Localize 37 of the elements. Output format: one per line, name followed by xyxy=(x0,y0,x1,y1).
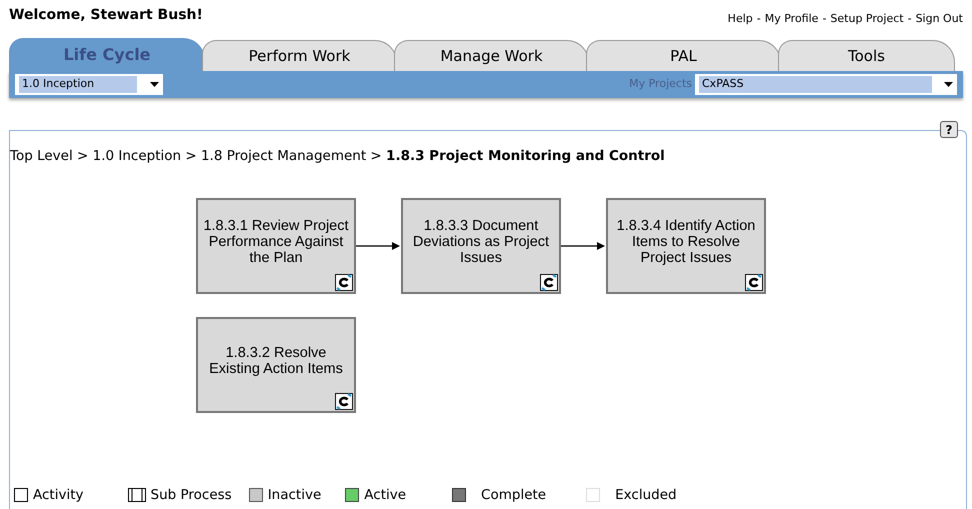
breadcrumb: Top Level > 1.0 Inception > 1.8 Project Management > 1.8.3 Project Monitoring and Control xyxy=(10,147,665,166)
legend-label: Active xyxy=(364,486,406,505)
checklist-badge-icon xyxy=(335,274,353,291)
activity-node[interactable]: 1.8.3.2 Resolve Existing Action Items xyxy=(196,317,356,413)
selected-value: 1.0 Inception xyxy=(19,76,137,93)
checklist-badge-icon xyxy=(745,274,763,291)
top-link[interactable]: Sign Out xyxy=(916,11,963,28)
my-projects-label: My Projects xyxy=(629,76,692,92)
legend-label: Excluded xyxy=(615,486,677,505)
top-link[interactable]: Help xyxy=(728,11,753,28)
legend-label: Inactive xyxy=(268,486,322,505)
legend-label: Sub Process xyxy=(150,486,232,505)
link-separator: - xyxy=(822,11,826,27)
tab[interactable]: PAL xyxy=(586,40,781,71)
legend-label: Complete xyxy=(481,486,546,505)
legend-label: Activity xyxy=(33,486,84,505)
selected-value: CxPASS xyxy=(699,76,932,93)
activity-node[interactable]: 1.8.3.3 Document Deviations as Project Issues xyxy=(401,198,561,294)
connector-arrow xyxy=(356,241,401,251)
link-separator: - xyxy=(756,11,761,27)
top-link[interactable]: My Profile xyxy=(764,11,818,28)
checklist-badge-icon xyxy=(335,393,353,410)
dropdown-arrow-icon xyxy=(150,82,159,87)
top-link[interactable]: Setup Project xyxy=(830,11,904,28)
checklist-badge-icon xyxy=(540,274,558,291)
connector-arrow xyxy=(561,241,606,251)
project-dropdown[interactable]: CxPASS xyxy=(695,74,957,95)
link-separator: - xyxy=(908,11,912,27)
tab[interactable]: Tools xyxy=(778,40,955,71)
phase-dropdown[interactable]: 1.0 Inception xyxy=(15,74,163,95)
activity-node[interactable]: 1.8.3.4 Identify Action Items to Resolve Project Issues xyxy=(606,198,766,294)
activity-node[interactable]: 1.8.3.1 Review Project Performance Against the Plan xyxy=(196,198,356,294)
welcome-heading: Welcome, Stewart Bush! xyxy=(9,6,203,25)
dropdown-arrow-icon xyxy=(944,82,953,87)
tab[interactable]: Manage Work xyxy=(394,40,589,71)
help-button[interactable]: ? xyxy=(940,121,958,138)
tab[interactable]: Perform Work xyxy=(202,40,397,71)
